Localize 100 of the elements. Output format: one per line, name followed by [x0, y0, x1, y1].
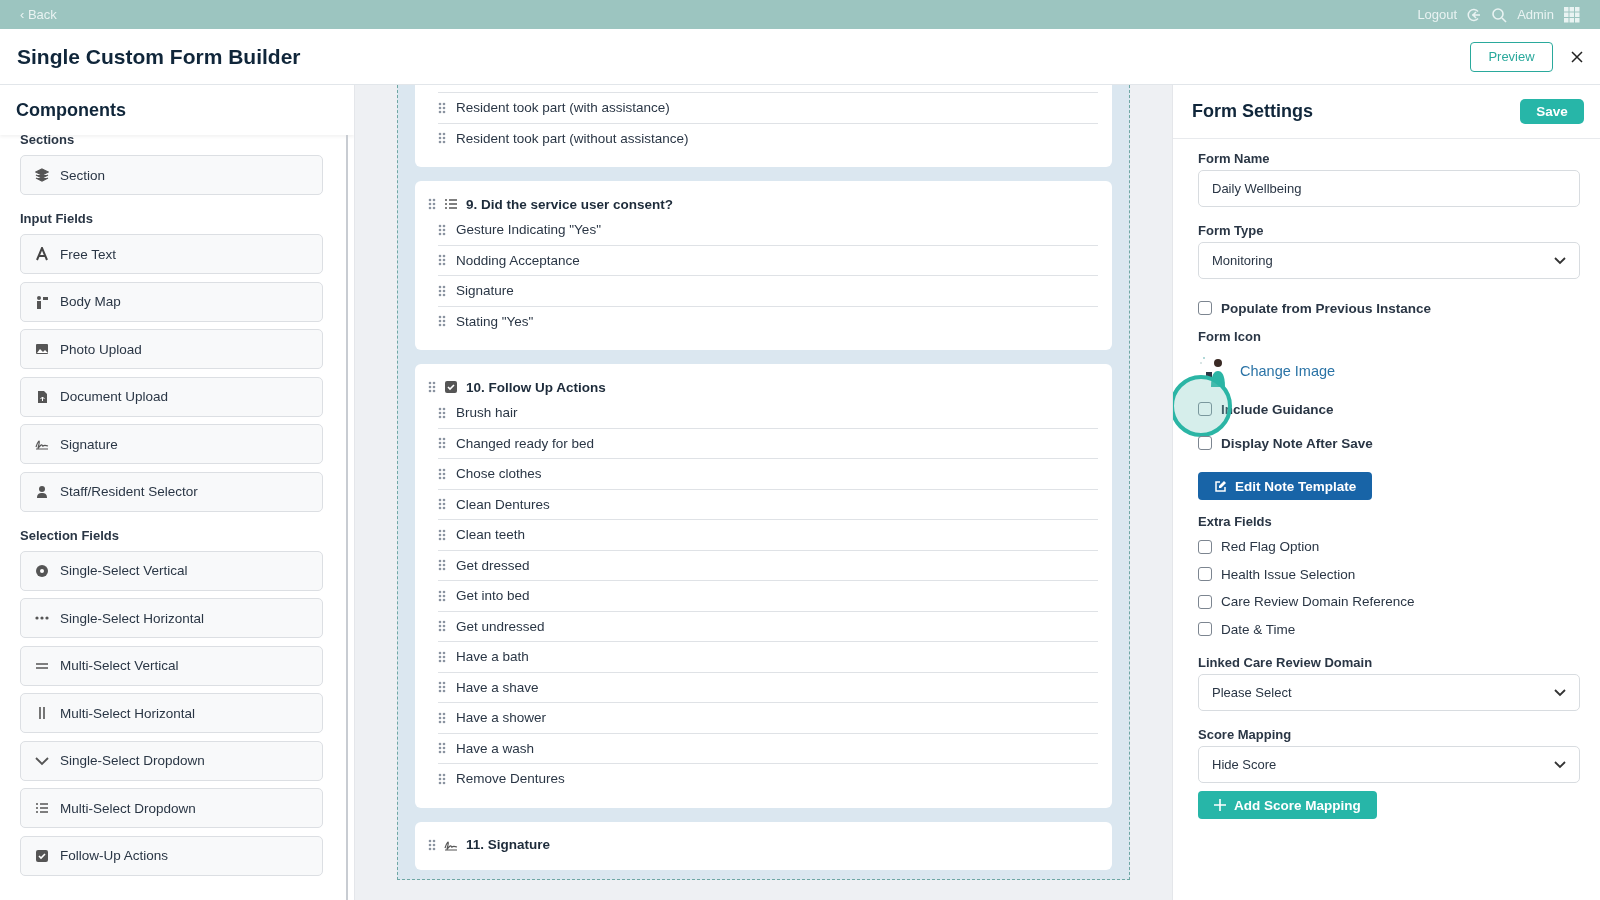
checkbox-icon [444, 380, 458, 394]
drag-handle-icon[interactable] [438, 437, 446, 450]
drag-handle-icon[interactable] [438, 711, 446, 724]
checkbox-icon [35, 848, 49, 863]
option-label: Remove Dentures [456, 771, 565, 787]
checkbox[interactable] [1198, 539, 1212, 554]
checkbox[interactable] [1198, 622, 1212, 637]
checkbox-label: Populate from Previous Instance [1221, 300, 1432, 316]
close-icon[interactable] [1571, 50, 1583, 63]
question-title: 11. Signature [466, 837, 551, 852]
drag-handle-icon[interactable] [428, 838, 436, 851]
checkbox-label: Display Note After Save [1221, 435, 1373, 451]
layers-icon [35, 168, 49, 182]
component-item[interactable]: Follow-Up Actions [20, 835, 323, 876]
text-field[interactable]: Daily Wellbeing [1198, 170, 1580, 207]
component-item[interactable]: Section [20, 155, 323, 195]
drag-handle-icon[interactable] [438, 498, 446, 511]
radio-icon [35, 563, 49, 578]
drag-handle-icon[interactable] [438, 620, 446, 633]
checkbox[interactable] [1198, 301, 1212, 315]
apps-grid-icon[interactable] [1564, 6, 1580, 23]
drag-handle-icon[interactable] [438, 406, 446, 419]
option-label: Resident took part (without assistance) [456, 130, 689, 146]
checkbox[interactable] [1198, 402, 1212, 416]
option-label: Get undressed [456, 618, 545, 634]
option-label: Get dressed [456, 557, 530, 573]
checkbox-label: Red Flag Option [1221, 539, 1320, 555]
panel-title: Components [16, 99, 126, 121]
component-item[interactable]: Single-Select Horizontal [20, 598, 323, 638]
checkbox-label: Care Review Domain Reference [1221, 594, 1415, 610]
component-item[interactable]: Photo Upload [20, 329, 323, 369]
form-icon-drawing [1198, 355, 1228, 387]
checkbox[interactable] [1198, 594, 1212, 609]
checkbox-label: Date & Time [1221, 621, 1296, 637]
list-icon [35, 801, 49, 815]
component-item[interactable]: Multi-Select Dropdown [20, 788, 323, 828]
drag-handle-icon[interactable] [438, 681, 446, 694]
component-item[interactable]: Staff/Resident Selector [20, 471, 323, 512]
component-item[interactable]: Single-Select Vertical [20, 550, 323, 591]
user-name: Admin [1517, 7, 1554, 22]
drag-handle-icon[interactable] [428, 381, 436, 393]
option-label: Signature [456, 283, 514, 299]
question-title: 10. Follow Up Actions [466, 379, 606, 395]
search-icon[interactable] [1491, 6, 1508, 23]
field-label: Extra Fields [1198, 514, 1273, 529]
logout-icon[interactable] [1467, 7, 1482, 22]
panel-title: Form Settings [1192, 101, 1313, 122]
component-item[interactable]: Body Map [20, 281, 323, 322]
drag-handle-icon[interactable] [428, 198, 436, 210]
drag-handle-icon[interactable] [438, 223, 446, 236]
page-title: Single Custom Form Builder [17, 44, 302, 69]
image-icon [35, 342, 49, 356]
person-icon [35, 484, 49, 499]
component-item[interactable]: Single-Select Dropdown [20, 740, 323, 781]
option-label: Clean Dentures [456, 496, 550, 512]
group-heading: Selection Fields [20, 527, 120, 543]
edit-note-template-button[interactable]: Edit Note Template [1198, 472, 1373, 500]
option-label: Gesture Indicating "Yes" [456, 222, 601, 238]
component-item[interactable]: Signature [20, 424, 323, 464]
list-icon [444, 197, 458, 211]
option-label: Clean teeth [456, 527, 526, 543]
component-item[interactable]: Multi-Select Vertical [20, 645, 323, 686]
document-upload-icon [35, 389, 49, 404]
field-label: Form Name [1198, 151, 1271, 166]
field-label: Score Mapping [1198, 727, 1293, 742]
field-label: Form Icon [1198, 329, 1262, 344]
change-image-link[interactable]: Change Image [1240, 363, 1336, 379]
component-item[interactable]: Multi-Select Horizontal [20, 693, 323, 733]
letter-a-icon [35, 247, 49, 261]
group-heading: Sections [20, 135, 76, 147]
drag-handle-icon[interactable] [438, 589, 446, 602]
drag-handle-icon[interactable] [438, 101, 446, 114]
drag-handle-icon[interactable] [438, 772, 446, 785]
select-field[interactable]: Monitoring [1198, 242, 1580, 279]
drag-handle-icon[interactable] [438, 132, 446, 145]
chevron-down-icon [1554, 760, 1566, 769]
drag-handle-icon[interactable] [438, 315, 446, 328]
field-label: Linked Care Review Domain [1198, 655, 1374, 670]
select-field[interactable]: Please Select [1198, 674, 1580, 711]
drag-handle-icon[interactable] [438, 742, 446, 755]
select-field[interactable]: Hide Score [1198, 746, 1580, 783]
checkbox-label: Health Issue Selection [1221, 566, 1356, 582]
option-label: Changed ready for bed [456, 435, 595, 451]
option-label: Resident took part (with assistance) [456, 100, 670, 116]
option-label: Have a shave [456, 679, 539, 695]
plus-icon [1214, 799, 1226, 811]
drag-handle-icon[interactable] [438, 528, 446, 541]
component-item[interactable]: Document Upload [20, 376, 323, 417]
question-title: 9. Did the service user consent? [466, 196, 674, 212]
checkbox[interactable] [1198, 436, 1212, 450]
option-label: Chose clothes [456, 466, 542, 482]
option-label: Have a wash [456, 740, 535, 756]
field-label: Form Type [1198, 223, 1265, 238]
component-item[interactable]: Free Text [20, 234, 323, 274]
drag-handle-icon[interactable] [438, 254, 446, 267]
drag-handle-icon[interactable] [438, 559, 446, 572]
checkbox[interactable] [1198, 567, 1212, 582]
drag-handle-icon[interactable] [438, 650, 446, 663]
drag-handle-icon[interactable] [438, 467, 446, 480]
drag-handle-icon[interactable] [438, 284, 446, 297]
